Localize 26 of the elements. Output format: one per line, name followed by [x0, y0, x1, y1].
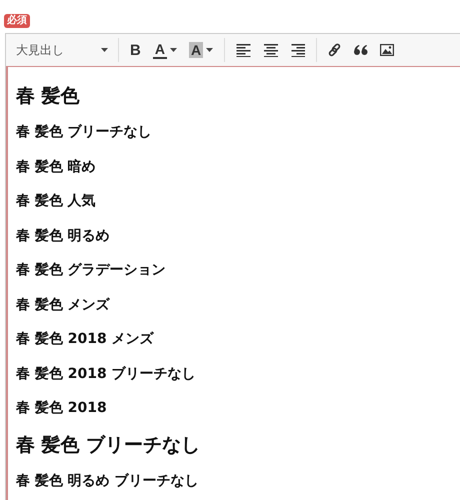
- highlight-button[interactable]: A: [184, 38, 218, 62]
- format-dropdown[interactable]: 大見出し: [12, 42, 112, 58]
- align-center-icon: [263, 44, 278, 56]
- caret-icon: [170, 48, 177, 52]
- large-heading: 春 髪色: [16, 84, 81, 109]
- caret-icon: [206, 48, 214, 52]
- small-heading: 春 髪色 人気: [16, 192, 97, 211]
- small-heading: 春 髪色 2018 メンズ: [16, 330, 155, 349]
- small-heading: 春 髪色 2018: [16, 399, 108, 418]
- small-heading: 春 髪色 暗め: [16, 158, 97, 176]
- bold-button[interactable]: B: [125, 38, 146, 62]
- quote-icon: [354, 45, 368, 55]
- small-heading: 春 髪色 ブリーチなし: [16, 123, 153, 142]
- small-heading: 春 髪色 2018 ブリーチなし: [16, 364, 197, 384]
- small-heading: 春 髪色 グラデーション: [16, 261, 167, 280]
- small-heading: 春 髪色 メンズ: [16, 296, 111, 314]
- align-right-icon: [290, 44, 306, 56]
- image-icon: [380, 44, 394, 56]
- small-heading: 春 髪色 明るめ ブリーチなし: [16, 472, 200, 490]
- small-heading: 春 髪色 明るめ: [16, 226, 111, 246]
- caret-icon: [101, 48, 108, 52]
- large-heading: 春 髪色 ブリーチなし: [16, 432, 202, 458]
- align-left-icon: [236, 44, 252, 56]
- required-badge: 必須: [4, 14, 30, 28]
- link-icon: [328, 43, 342, 57]
- font-color-button[interactable]: A: [148, 38, 182, 62]
